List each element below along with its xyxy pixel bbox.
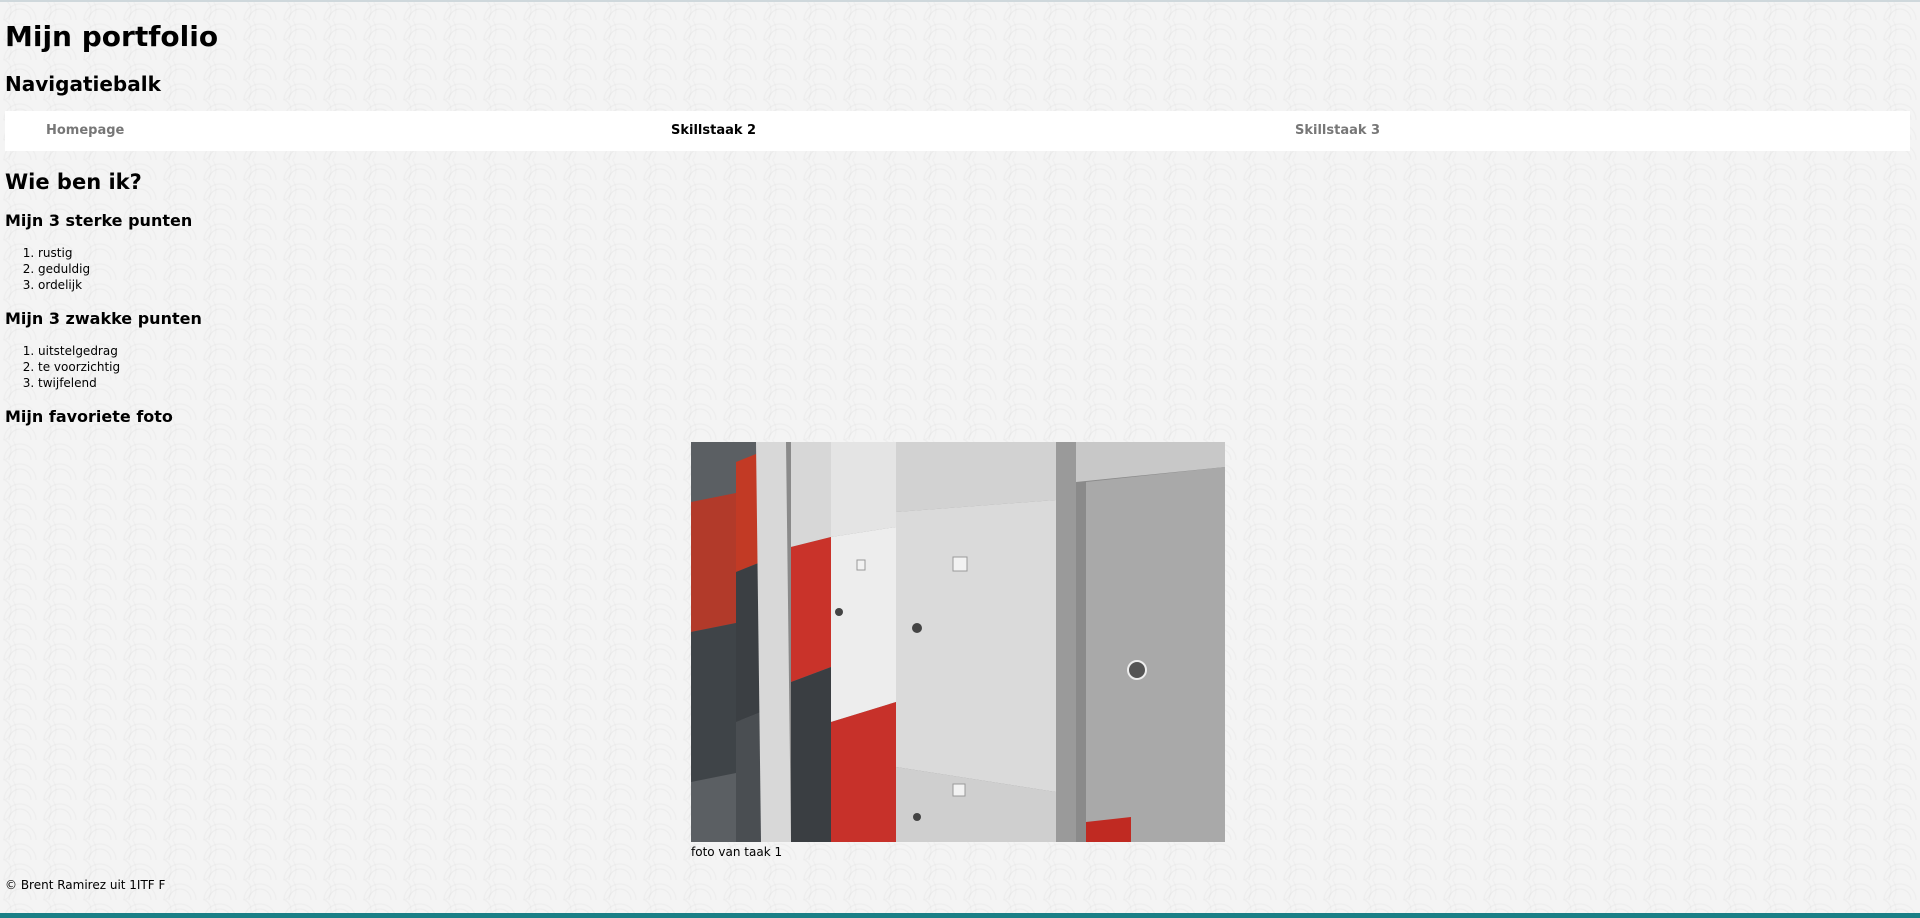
weak-points-heading: Mijn 3 zwakke punten	[5, 309, 202, 328]
page-title: Mijn portfolio	[5, 20, 219, 53]
nav-heading: Navigatiebalk	[5, 72, 161, 96]
nav-link-skillstaak-2[interactable]: Skillstaak 2	[671, 123, 756, 138]
nav-item-homepage[interactable]: Homepage	[46, 111, 124, 151]
favorite-photo-heading: Mijn favoriete foto	[5, 407, 173, 426]
lockers-photo	[691, 442, 1225, 842]
strong-points-list: rustig geduldig ordelijk	[5, 245, 90, 293]
top-border	[0, 0, 1920, 2]
weak-points-list: uitstelgedrag te voorzichtig twijfelend	[5, 343, 120, 391]
taskbar-strip	[0, 913, 1920, 918]
navigation-bar: Homepage Skillstaak 2 Skillstaak 3	[5, 111, 1910, 151]
list-item: twijfelend	[38, 375, 120, 391]
list-item: ordelijk	[38, 277, 90, 293]
list-item: uitstelgedrag	[38, 343, 120, 359]
strong-points-heading: Mijn 3 sterke punten	[5, 211, 193, 230]
nav-link-skillstaak-3[interactable]: Skillstaak 3	[1295, 123, 1380, 138]
favorite-photo-figure: foto van taak 1	[691, 442, 1225, 859]
photo-caption: foto van taak 1	[691, 845, 783, 859]
about-heading: Wie ben ik?	[5, 170, 142, 194]
lockers-illustration	[691, 442, 1225, 842]
footer-copyright: © Brent Ramirez uit 1ITF F	[5, 878, 166, 892]
nav-item-skillstaak-2[interactable]: Skillstaak 2	[671, 111, 756, 151]
list-item: rustig	[38, 245, 90, 261]
list-item: geduldig	[38, 261, 90, 277]
nav-item-skillstaak-3[interactable]: Skillstaak 3	[1295, 111, 1380, 151]
list-item: te voorzichtig	[38, 359, 120, 375]
nav-link-homepage[interactable]: Homepage	[46, 123, 124, 138]
